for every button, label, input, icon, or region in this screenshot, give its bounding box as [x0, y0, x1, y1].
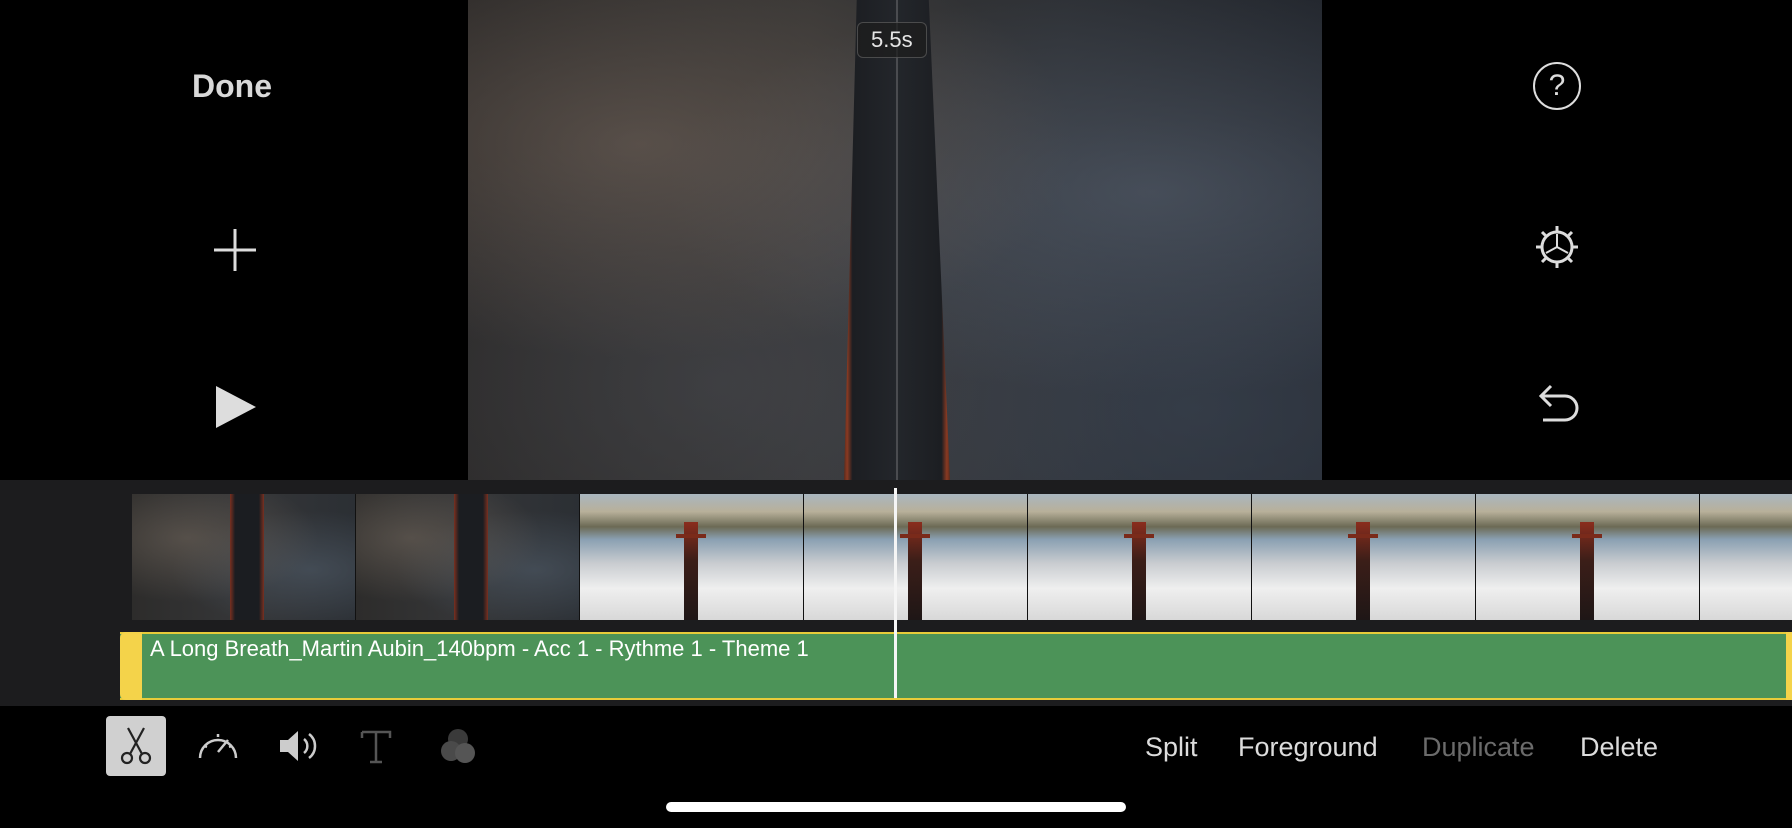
clip-thumbnail	[1028, 494, 1252, 620]
clip-thumbnail	[580, 494, 804, 620]
audio-trim-handle-right[interactable]	[1786, 632, 1792, 700]
audio-clip-title: A Long Breath_Martin Aubin_140bpm - Acc …	[150, 636, 809, 661]
plus-icon[interactable]	[210, 225, 260, 275]
scissors-icon[interactable]	[106, 716, 166, 776]
question-icon[interactable]: ?	[1533, 62, 1581, 110]
duplicate-button[interactable]: Duplicate	[1422, 732, 1535, 763]
speaker-icon[interactable]	[266, 716, 326, 776]
delete-button[interactable]: Delete	[1580, 732, 1658, 763]
clip-thumbnail	[804, 494, 1028, 620]
undo-icon[interactable]	[1535, 382, 1581, 426]
clip-thumbnail	[132, 494, 356, 620]
play-icon[interactable]	[214, 384, 258, 430]
filters-icon[interactable]	[426, 716, 486, 776]
clip-thumbnail	[1700, 494, 1792, 620]
clip-thumbnail	[1252, 494, 1476, 620]
video-clip-filmstrip[interactable]	[132, 494, 1792, 620]
audio-trim-handle-left[interactable]	[120, 632, 142, 700]
done-button[interactable]: Done	[192, 68, 272, 105]
clip-thumbnail	[1476, 494, 1700, 620]
text-icon[interactable]	[346, 716, 406, 776]
home-indicator[interactable]	[666, 802, 1126, 812]
foreground-button[interactable]: Foreground	[1238, 732, 1378, 763]
clip-duration-badge: 5.5s	[857, 22, 927, 58]
speedometer-icon[interactable]	[186, 716, 246, 776]
split-button[interactable]: Split	[1145, 732, 1198, 763]
playhead[interactable]	[894, 488, 897, 698]
gear-icon[interactable]	[1532, 222, 1582, 272]
preview-bridge-road	[844, 0, 950, 480]
clip-thumbnail	[356, 494, 580, 620]
video-preview[interactable]	[468, 0, 1322, 480]
